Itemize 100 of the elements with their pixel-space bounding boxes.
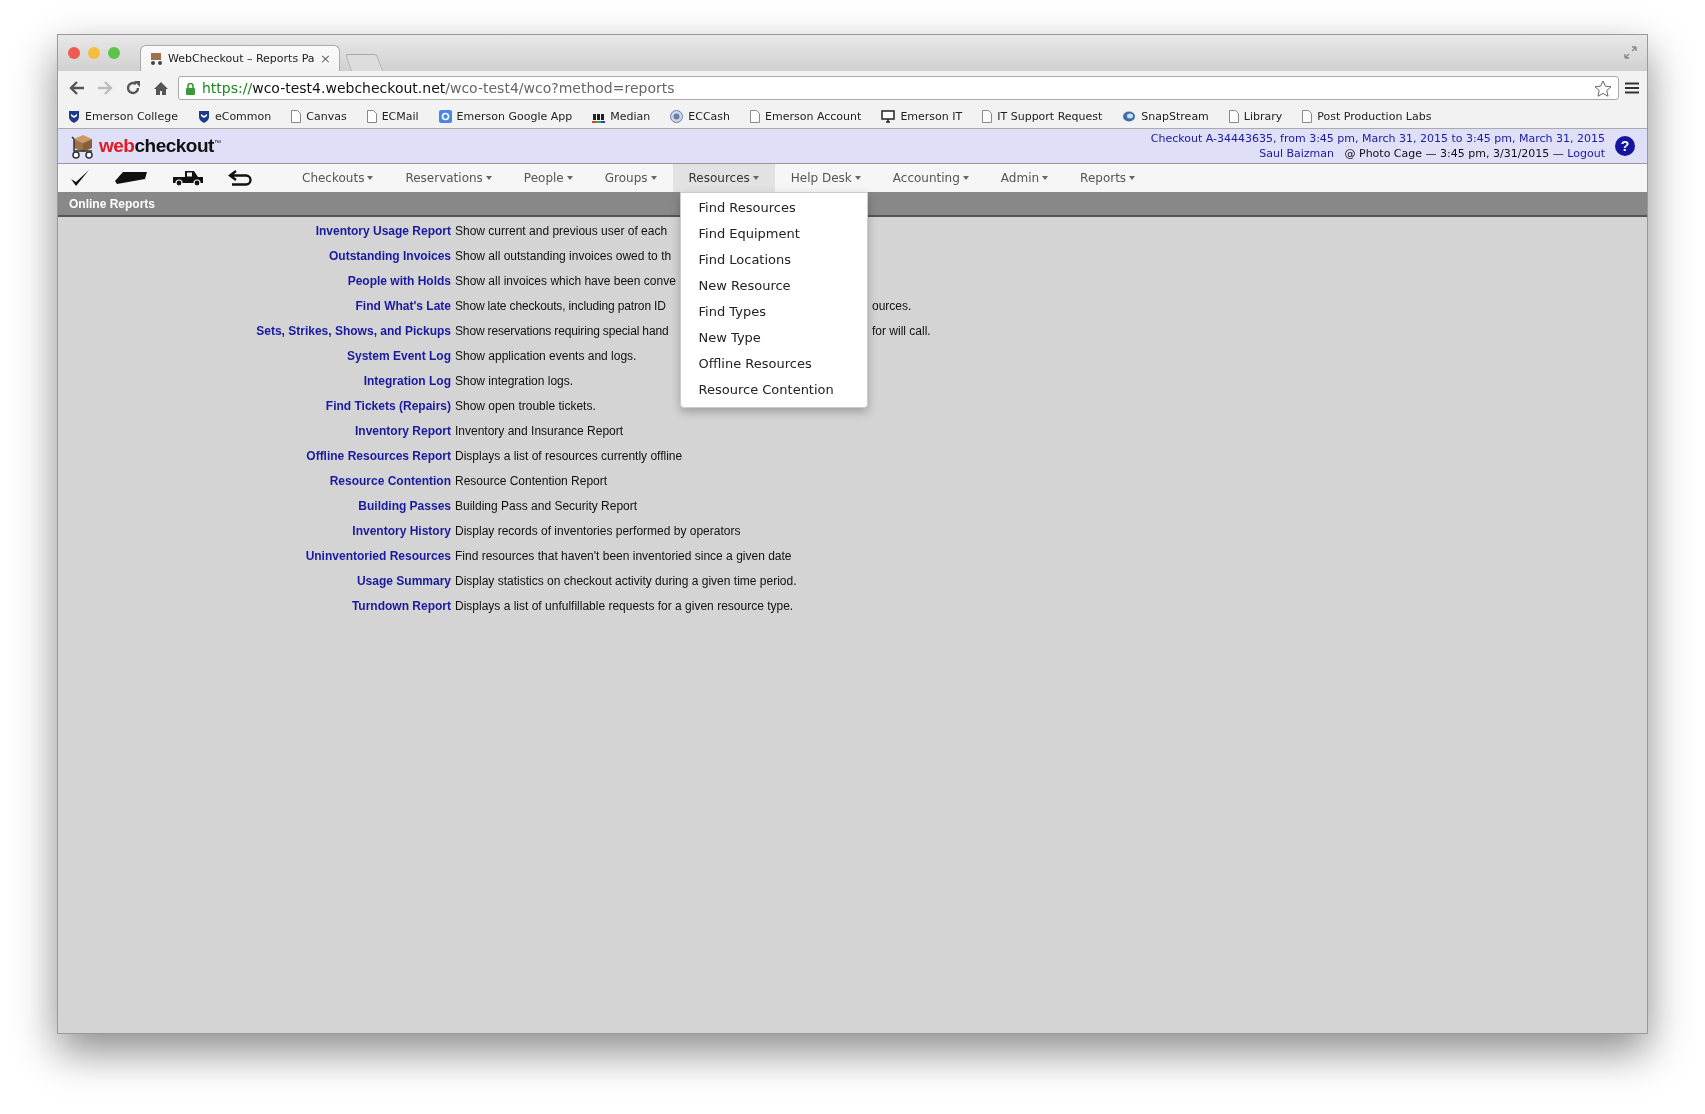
report-description: Find resources that haven't been inventoried since a given date xyxy=(455,548,792,563)
bookmark-link[interactable]: ECCash xyxy=(688,110,731,123)
address-bar[interactable]: https://wco-test4.webcheckout.net/wco-test4/wco?method=reports xyxy=(178,76,1619,100)
report-link[interactable]: Inventory History xyxy=(352,523,451,538)
report-link[interactable]: Building Passes xyxy=(358,498,451,513)
report-description: Show late checkouts, including patron ID xyxy=(455,298,667,313)
page-icon xyxy=(1228,110,1239,123)
menu-tab[interactable]: Resources xyxy=(672,164,775,192)
menu-item[interactable]: New Resource xyxy=(680,273,867,299)
caret-icon xyxy=(485,176,492,180)
report-description: Show current and previous user of each xyxy=(455,223,668,238)
menu-item[interactable]: Find Equipment xyxy=(680,221,867,247)
user-link[interactable]: Saul Baizman xyxy=(1259,147,1334,160)
menu-tab[interactable]: Reports xyxy=(1064,164,1152,192)
close-tab-button[interactable]: × xyxy=(320,51,331,66)
box-cart-icon xyxy=(149,52,163,65)
menu-tab[interactable]: People xyxy=(507,164,589,192)
menu-tab[interactable]: Reservations xyxy=(389,164,508,192)
report-description: for will call. xyxy=(872,323,931,338)
lock-icon xyxy=(185,81,196,95)
bookmark-link[interactable]: Post Production Labs xyxy=(1317,110,1432,123)
swirl-icon xyxy=(1122,110,1137,123)
close-window-icon[interactable] xyxy=(68,47,80,59)
reload-icon[interactable] xyxy=(125,80,141,96)
bookmark-link[interactable]: ECMail xyxy=(381,110,419,123)
bookmark-link[interactable]: Emerson College xyxy=(85,110,178,123)
back-icon[interactable] xyxy=(69,81,85,95)
truck-icon[interactable] xyxy=(172,169,204,187)
page-icon xyxy=(291,110,302,123)
report-link[interactable]: Outstanding Invoices xyxy=(329,248,451,263)
report-link[interactable]: Inventory Report xyxy=(355,423,451,438)
page-icon xyxy=(982,110,993,123)
report-description: Displays a list of unfulfillable requests for a given resource type. xyxy=(455,598,794,613)
ticket-icon[interactable] xyxy=(114,171,148,185)
bookmark-link[interactable]: IT Support Request xyxy=(997,110,1103,123)
bookmark-link[interactable]: Emerson Account xyxy=(765,110,862,123)
bookmark-link[interactable]: Median xyxy=(610,110,651,123)
star-icon[interactable] xyxy=(1594,79,1612,97)
logout-link[interactable]: Logout xyxy=(1567,147,1605,160)
report-link[interactable]: Resource Contention xyxy=(329,473,451,488)
menu-item[interactable]: Resource Contention xyxy=(680,377,867,403)
report-link[interactable]: Inventory Usage Report xyxy=(315,223,451,238)
return-arrow-icon[interactable] xyxy=(228,170,254,186)
coin-icon xyxy=(670,110,684,123)
square-icon xyxy=(438,110,452,123)
report-link[interactable]: Find Tickets (Repairs) xyxy=(325,398,451,413)
shield-icon xyxy=(68,110,80,123)
menu-tab[interactable]: Groups xyxy=(588,164,673,192)
report-description: Show application events and logs. xyxy=(455,348,637,363)
bookmark-link[interactable]: eCommon xyxy=(214,110,272,123)
home-icon[interactable] xyxy=(153,80,169,96)
bookmark-link[interactable]: Emerson IT xyxy=(900,110,963,123)
report-description: Display records of inventories performed by operators xyxy=(455,523,741,538)
monitor-icon xyxy=(881,110,896,123)
menu-item[interactable]: Find Types xyxy=(680,299,867,325)
report-link[interactable]: System Event Log xyxy=(346,348,451,363)
report-description: Display statistics on checkout activity during a given time period. xyxy=(455,573,797,588)
menu-item[interactable]: Find Locations xyxy=(680,247,867,273)
report-description: Inventory and Insurance Report xyxy=(455,423,624,438)
report-link[interactable]: People with Holds xyxy=(347,273,451,288)
logo-wordmark: webcheckout$^{™}$ xyxy=(99,135,221,157)
menu-item[interactable]: New Type xyxy=(680,325,867,351)
report-link[interactable]: Turndown Report xyxy=(351,598,451,613)
report-description: Show integration logs. xyxy=(455,373,574,388)
bookmark-link[interactable]: Canvas xyxy=(306,110,347,123)
caret-icon xyxy=(1042,176,1049,180)
report-link[interactable]: Usage Summary xyxy=(356,573,451,588)
browser-tab[interactable]: WebCheckout – Reports Pa × xyxy=(140,45,340,71)
caret-icon xyxy=(1129,176,1136,180)
menu-icon[interactable] xyxy=(1625,82,1639,94)
report-description: Show all outstanding invoices owed to th xyxy=(455,248,672,263)
help-button[interactable]: ? xyxy=(1615,136,1635,156)
report-link[interactable]: Offline Resources Report xyxy=(306,448,451,463)
bookmark-link[interactable]: Emerson Google App xyxy=(456,110,573,123)
menu-item[interactable]: Find Resources xyxy=(680,195,867,221)
menu-item[interactable]: Offline Resources xyxy=(680,351,867,377)
checkout-link[interactable]: Checkout A-34443635, from 3:45 pm, March 31, 2015 to 3:45 pm, March 31, 2015 xyxy=(1150,132,1605,145)
bookmark-link[interactable]: SnapStream xyxy=(1141,110,1209,123)
report-link[interactable]: Find What's Late xyxy=(355,298,451,313)
report-description: Show open trouble tickets. xyxy=(455,398,596,413)
report-description: ources. xyxy=(872,298,912,313)
page-icon xyxy=(366,110,377,123)
caret-icon xyxy=(650,176,657,180)
tab-title: WebCheckout – Reports Pa xyxy=(168,52,316,65)
location-text: @ Photo Cage — 3:45 pm, 3/31/2015 — xyxy=(1344,147,1564,160)
report-description: Building Pass and Security Report xyxy=(455,498,638,513)
bookmark-link[interactable]: Library xyxy=(1243,110,1283,123)
report-description: Resource Contention Report xyxy=(455,473,608,488)
menu-tab[interactable]: Admin xyxy=(984,164,1065,192)
report-link[interactable]: Uninventoried Resources xyxy=(305,548,451,563)
checkmark-icon[interactable] xyxy=(70,169,90,187)
menu-tab[interactable]: Help Desk xyxy=(774,164,877,192)
report-link[interactable]: Integration Log xyxy=(363,373,451,388)
menu-tab[interactable]: Checkouts xyxy=(286,164,390,192)
shield-icon xyxy=(197,110,210,123)
url-text: https://wco-test4.webcheckout.net/wco-test4/wco?method=reports xyxy=(202,80,675,96)
fullscreen-icon[interactable] xyxy=(1624,46,1637,59)
menu-tab[interactable]: Accounting xyxy=(876,164,985,192)
report-link[interactable]: Sets, Strikes, Shows, and Pickups xyxy=(256,323,451,338)
caret-icon xyxy=(854,176,861,180)
